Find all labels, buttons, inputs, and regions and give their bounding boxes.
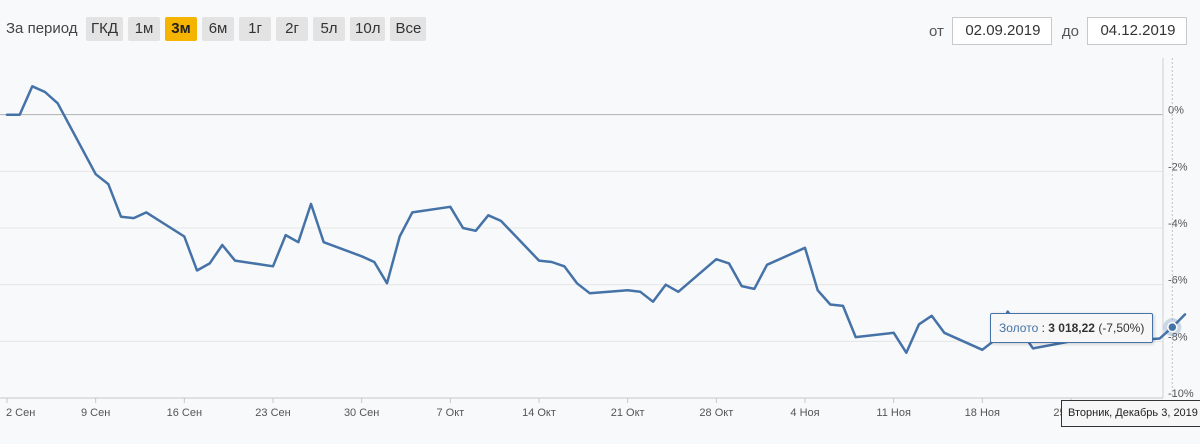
tooltip-separator: :	[1038, 321, 1049, 335]
x-tick-label-1: 9 Сен	[81, 407, 110, 419]
period-buttons: ГКД 1м 3м 6м 1г 2г 5л 10л Все	[86, 17, 427, 41]
period-button-1[interactable]: 1м	[128, 17, 161, 41]
period-button-8[interactable]: Все	[390, 17, 427, 41]
y-tick-label-0: 0%	[1168, 105, 1184, 117]
period-button-0[interactable]: ГКД	[86, 17, 124, 41]
tooltip-series-name: Золото	[999, 321, 1039, 335]
x-tick-label-8: 28 Окт	[699, 407, 733, 419]
date-range: от 02.09.2019 до 04.12.2019	[929, 17, 1187, 45]
x-tick-label-0: 2 Сен	[6, 407, 35, 419]
x-crosshair-label: Вторник, Декабрь 3, 2019	[1061, 400, 1200, 427]
x-tick-label-9: 4 Ноя	[790, 407, 819, 419]
chart-widget: 0% -2% -4% -6% -8% -10% 2 Сен 9 Сен 16 Сен 23 Сен…	[0, 0, 1200, 444]
tooltip-change: (-7,50%)	[1094, 321, 1145, 335]
period-button-3[interactable]: 6м	[202, 17, 235, 41]
period-button-2[interactable]: 3м	[165, 17, 198, 41]
x-tick-label-2: 16 Сен	[167, 407, 202, 419]
period-toolbar: За период ГКД 1м 3м 6м 1г 2г 5л 10л Все от 02.09…	[0, 0, 1200, 58]
y-tick-label-2: -4%	[1168, 218, 1188, 230]
to-date-input[interactable]: 04.12.2019	[1087, 17, 1187, 45]
x-tick-label-5: 7 Окт	[436, 407, 464, 419]
series-tooltip: Золото : 3 018,22 (-7,50%)	[990, 313, 1154, 343]
chart-svg: 0%-2%-4%-6%-8%-10%2 Сен 9 Сен 16 Сен 23 Сен…	[0, 58, 1194, 419]
to-label: до	[1061, 22, 1079, 40]
x-tick-label-7: 21 Окт	[611, 407, 645, 419]
x-tick-label-4: 30 Сен	[344, 407, 379, 419]
period-label: За период	[6, 20, 78, 37]
period-button-5[interactable]: 2г	[276, 17, 309, 41]
period-button-6[interactable]: 5л	[313, 17, 346, 41]
x-tick-label-3: 23 Сен	[255, 407, 290, 419]
tooltip-value: 3 018,22	[1048, 321, 1095, 335]
x-tick-label-6: 14 Окт	[522, 407, 556, 419]
from-date-input[interactable]: 02.09.2019	[951, 17, 1052, 45]
y-tick-label-3: -6%	[1168, 275, 1188, 287]
x-tick-label-10: 11 Ноя	[876, 407, 911, 419]
y-tick-label-1: -2%	[1168, 161, 1188, 173]
highlight-marker	[1167, 321, 1178, 333]
period-button-4[interactable]: 1г	[239, 17, 272, 41]
x-tick-label-11: 18 Ноя	[965, 407, 1000, 419]
period-button-7[interactable]: 10л	[350, 17, 386, 41]
from-label: от	[929, 22, 944, 40]
